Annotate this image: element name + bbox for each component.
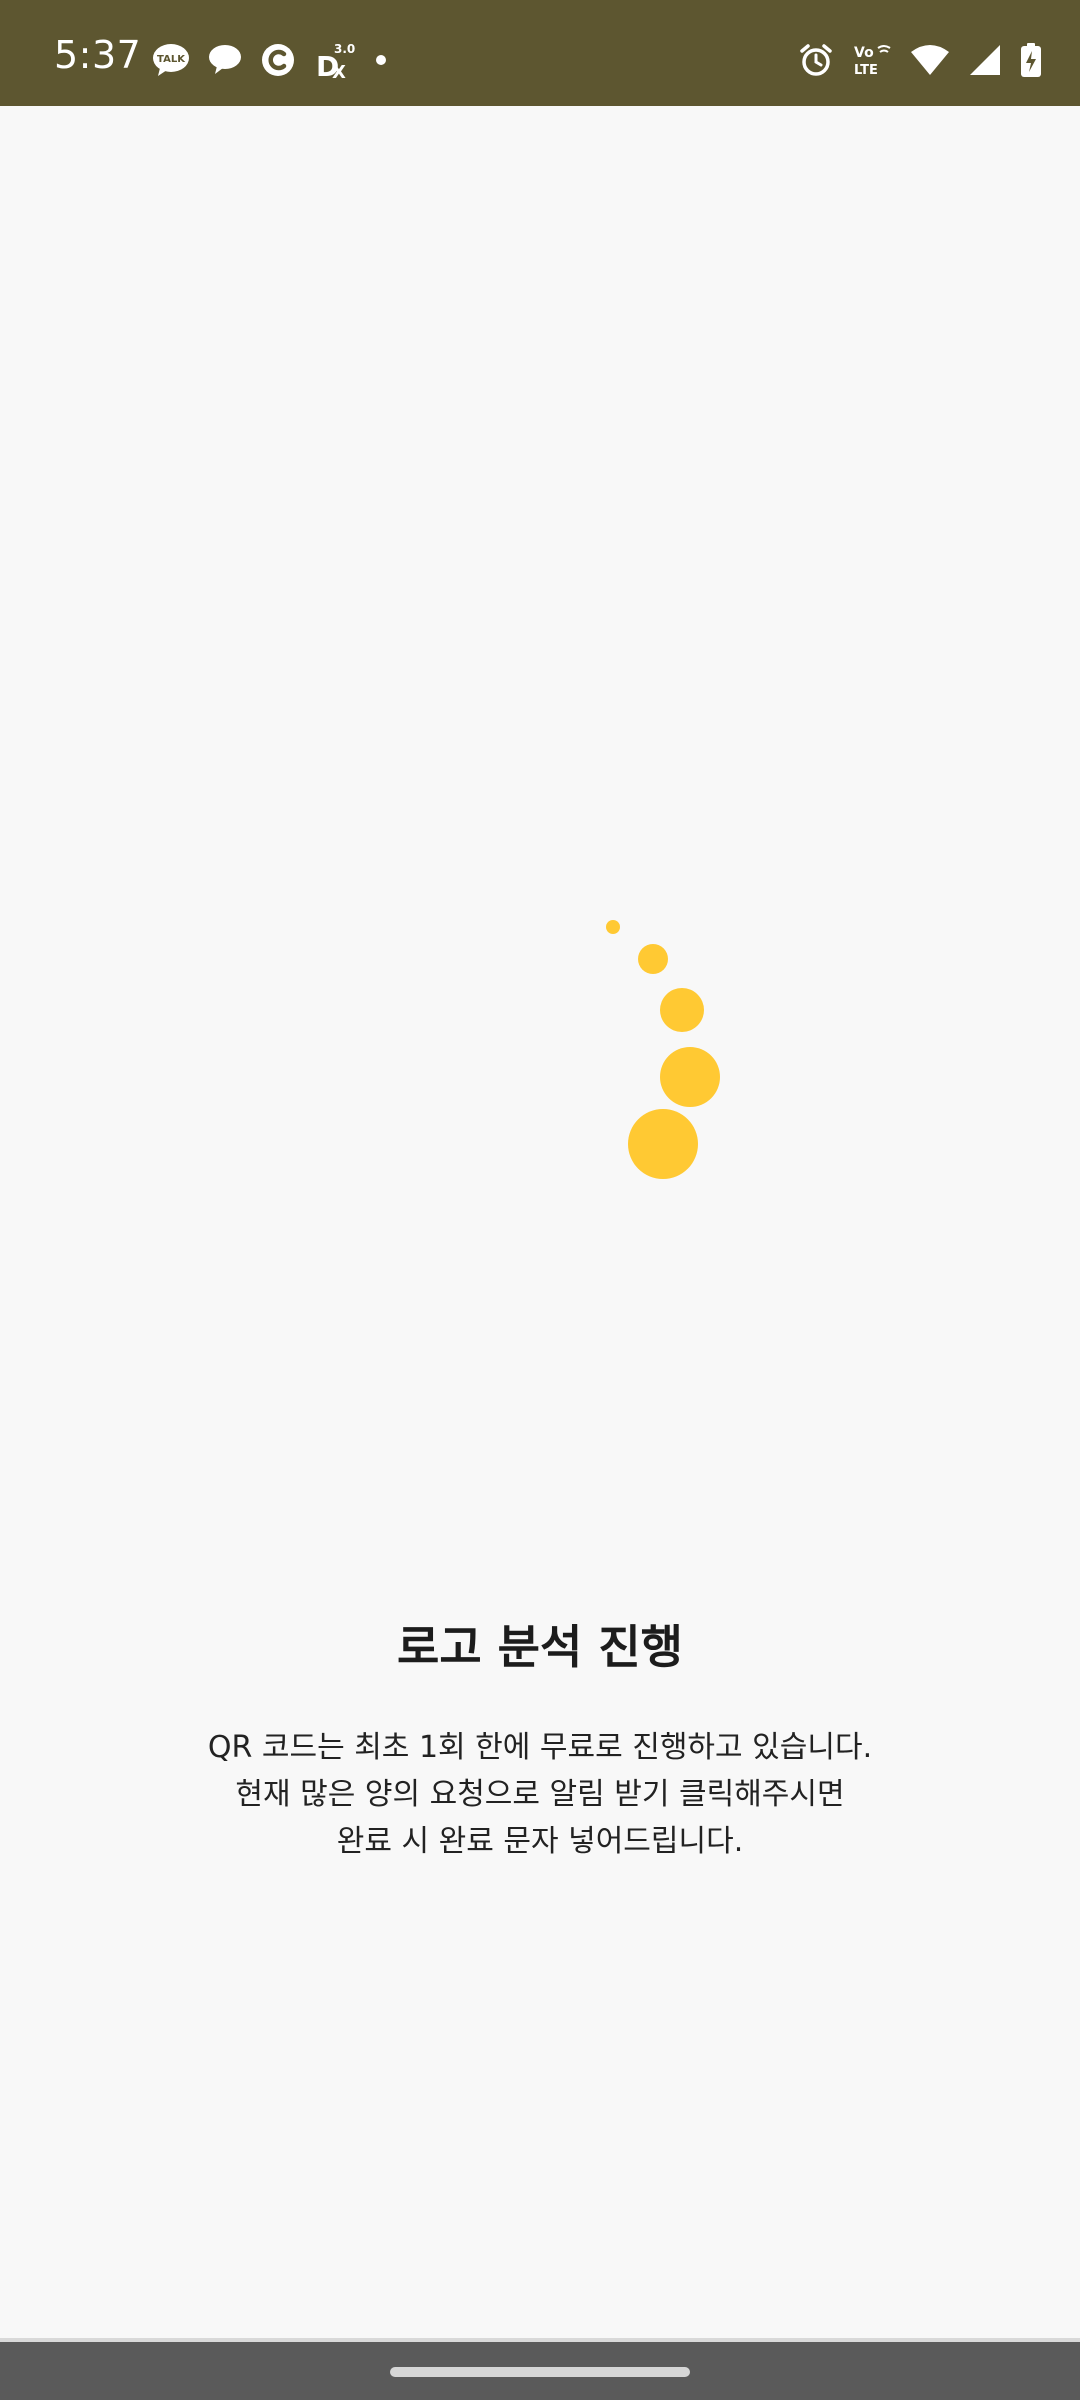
kakaotalk-icon: TALK — [153, 44, 189, 76]
status-time: 5:37 — [54, 33, 142, 77]
svg-text:3.0: 3.0 — [334, 42, 355, 56]
app-content: 로고 분석 진행 QR 코드는 최초 1회 한에 무료로 진행하고 있습니다. … — [0, 106, 1080, 2340]
chat-bubble-icon — [209, 45, 241, 74]
description-line: QR 코드는 최초 1회 한에 무료로 진행하고 있습니다. — [207, 1730, 873, 1765]
notification-icons: TALK D X 3.0 — [152, 40, 406, 80]
home-handle[interactable] — [390, 2367, 690, 2377]
dot-icon — [376, 55, 386, 65]
volte-icon: Vo LTE — [854, 45, 891, 78]
loading-dot — [606, 920, 620, 934]
loading-dot — [628, 1109, 698, 1179]
svg-text:X: X — [332, 62, 346, 80]
status-bar: 5:37 TALK D X 3.0 Vo LTE — [0, 0, 1080, 106]
c-app-icon — [262, 44, 294, 76]
svg-text:Vo: Vo — [854, 45, 874, 61]
description: QR 코드는 최초 1회 한에 무료로 진행하고 있습니다. 현재 많은 양의 … — [0, 1724, 1080, 1865]
dx-app-icon: D X 3.0 — [316, 42, 355, 80]
loading-dot — [638, 944, 668, 974]
alarm-icon — [800, 44, 832, 76]
navigation-bar — [0, 2342, 1080, 2400]
description-line: 현재 많은 양의 요청으로 알림 받기 클릭해주시면 — [235, 1777, 845, 1812]
svg-text:TALK: TALK — [157, 54, 186, 65]
system-icons: Vo LTE — [780, 40, 1042, 80]
signal-icon — [970, 45, 1000, 75]
loading-dots-icon — [0, 106, 1080, 1306]
wifi-icon — [911, 45, 949, 75]
description-line: 완료 시 완료 문자 넣어드립니다. — [336, 1824, 744, 1859]
loading-dot — [660, 1047, 720, 1107]
loading-dot — [660, 988, 704, 1032]
page-title: 로고 분석 진행 — [397, 1620, 683, 1674]
battery-icon — [1021, 43, 1041, 77]
svg-text:LTE: LTE — [854, 63, 878, 78]
